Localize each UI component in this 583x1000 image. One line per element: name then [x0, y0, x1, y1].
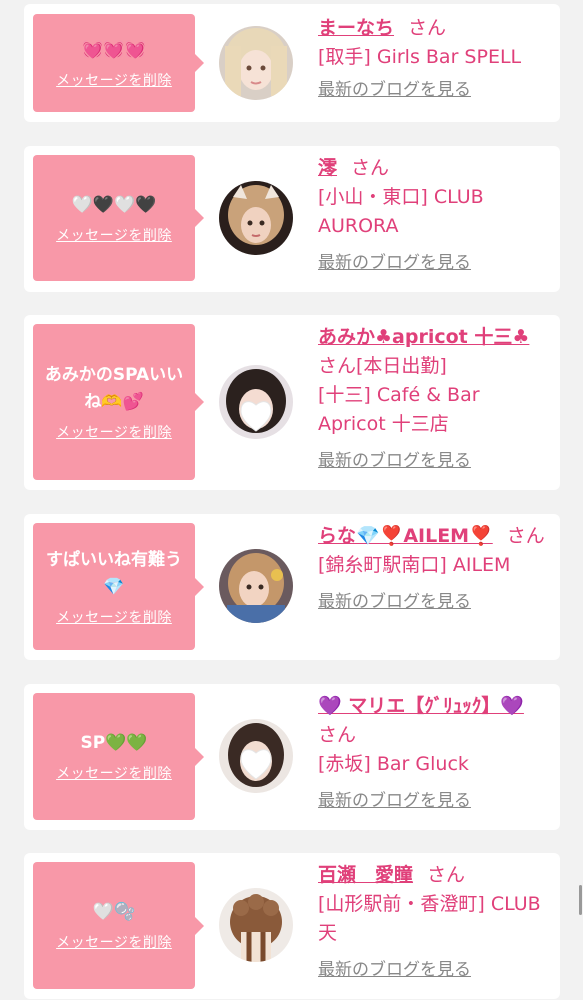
delete-message-link[interactable]: メッセージを削除	[56, 932, 172, 952]
message-card: 🤍🫧 メッセージを削除 百瀬 愛瞳 さん [山形駅前・香澄町] CLUB 天 最新…	[24, 853, 560, 999]
honorific: さん[本日出勤]	[318, 355, 447, 377]
cast-name-link[interactable]: 💜 マリエ【ｸﾞﾘｭｯｸ】💜	[318, 695, 524, 717]
message-bubble: 🤍🖤🤍🖤 メッセージを削除	[33, 155, 204, 281]
cast-name-link[interactable]: あみか♣apricot 十三♣	[318, 326, 529, 348]
delete-message-link[interactable]: メッセージを削除	[56, 225, 172, 245]
delete-message-link[interactable]: メッセージを削除	[56, 422, 172, 442]
delete-message-link[interactable]: メッセージを削除	[56, 70, 172, 90]
cast-name-link[interactable]: まーなち	[318, 17, 394, 39]
cast-name-link[interactable]: 百瀬 愛瞳	[318, 864, 413, 886]
honorific: さん	[408, 17, 447, 39]
message-text: すぱいいね有難う💎	[46, 549, 182, 597]
latest-blog-link[interactable]: 最新のブログを見る	[318, 588, 471, 617]
avatar[interactable]	[219, 888, 293, 962]
cast-info: 百瀬 愛瞳 さん [山形駅前・香澄町] CLUB 天 最新のブログを見る	[318, 861, 550, 985]
cast-name-link[interactable]: 澪	[318, 157, 337, 179]
cast-info: 💜 マリエ【ｸﾞﾘｭｯｸ】💜 さん [赤坂] Bar Gluck 最新のブログを…	[318, 692, 550, 816]
message-text: SP💚💚	[80, 733, 148, 753]
message-text: 🤍🫧	[92, 902, 136, 922]
message-card: あみかのSPAいいね🫶💕 メッセージを削除 あみか♣apricot 十三♣ さん…	[24, 315, 560, 490]
latest-blog-link[interactable]: 最新のブログを見る	[318, 956, 471, 985]
shop-name: [十三] Café & Bar Apricot 十三店	[318, 384, 480, 435]
avatar[interactable]	[219, 26, 293, 100]
message-card: すぱいいね有難う💎 メッセージを削除 らな💎❣️AILEM❣️ さん [錦糸町駅南…	[24, 514, 560, 660]
honorific: さん	[318, 724, 357, 746]
avatar[interactable]	[219, 365, 293, 439]
delete-message-link[interactable]: メッセージを削除	[56, 763, 172, 783]
latest-blog-link[interactable]: 最新のブログを見る	[318, 447, 471, 476]
avatar[interactable]	[219, 181, 293, 255]
cast-info: まーなち さん [取手] Girls Bar SPELL 最新のブログを見る	[318, 14, 550, 105]
avatar[interactable]	[219, 719, 293, 793]
shop-name: [赤坂] Bar Gluck	[318, 753, 469, 775]
message-card: 💓💓💓 メッセージを削除 まーなち さん [取手] Girls Bar SPELL…	[24, 4, 560, 122]
cast-info: 澪さん [小山・東口] CLUB AURORA 最新のブログを見る	[318, 154, 550, 278]
cast-info: あみか♣apricot 十三♣ さん[本日出勤] [十三] Café & Bar…	[318, 323, 550, 476]
message-card: 🤍🖤🤍🖤 メッセージを削除 澪さん [小山・東口] CLUB AURORA 最新…	[24, 146, 560, 292]
honorific: さん	[351, 157, 390, 179]
message-bubble: すぱいいね有難う💎 メッセージを削除	[33, 523, 204, 650]
latest-blog-link[interactable]: 最新のブログを見る	[318, 249, 471, 278]
shop-name: [錦糸町駅南口] AILEM	[318, 554, 511, 576]
message-bubble: 💓💓💓 メッセージを削除	[33, 14, 204, 112]
cast-info: らな💎❣️AILEM❣️ さん [錦糸町駅南口] AILEM 最新のブログを見る	[318, 522, 550, 617]
cast-name-link[interactable]: らな💎❣️AILEM❣️	[318, 525, 493, 547]
message-text: あみかのSPAいいね🫶💕	[44, 365, 184, 412]
delete-message-link[interactable]: メッセージを削除	[56, 607, 172, 627]
latest-blog-link[interactable]: 最新のブログを見る	[318, 76, 471, 105]
shop-name: [小山・東口] CLUB AURORA	[318, 186, 484, 237]
message-bubble: 🤍🫧 メッセージを削除	[33, 862, 204, 989]
shop-name: [取手] Girls Bar SPELL	[318, 46, 522, 68]
message-card: SP💚💚 メッセージを削除 💜 マリエ【ｸﾞﾘｭｯｸ】💜 さん [赤坂] Bar…	[24, 684, 560, 830]
message-bubble: あみかのSPAいいね🫶💕 メッセージを削除	[33, 324, 204, 480]
avatar[interactable]	[219, 549, 293, 623]
message-text: 🤍🖤🤍🖤	[71, 194, 157, 215]
scrollbar[interactable]	[579, 885, 582, 915]
honorific: さん	[427, 864, 466, 886]
honorific: さん	[506, 525, 545, 547]
message-bubble: SP💚💚 メッセージを削除	[33, 693, 204, 820]
message-text: 💓💓💓	[82, 39, 146, 60]
shop-name: [山形駅前・香澄町] CLUB 天	[318, 893, 541, 944]
latest-blog-link[interactable]: 最新のブログを見る	[318, 787, 471, 816]
